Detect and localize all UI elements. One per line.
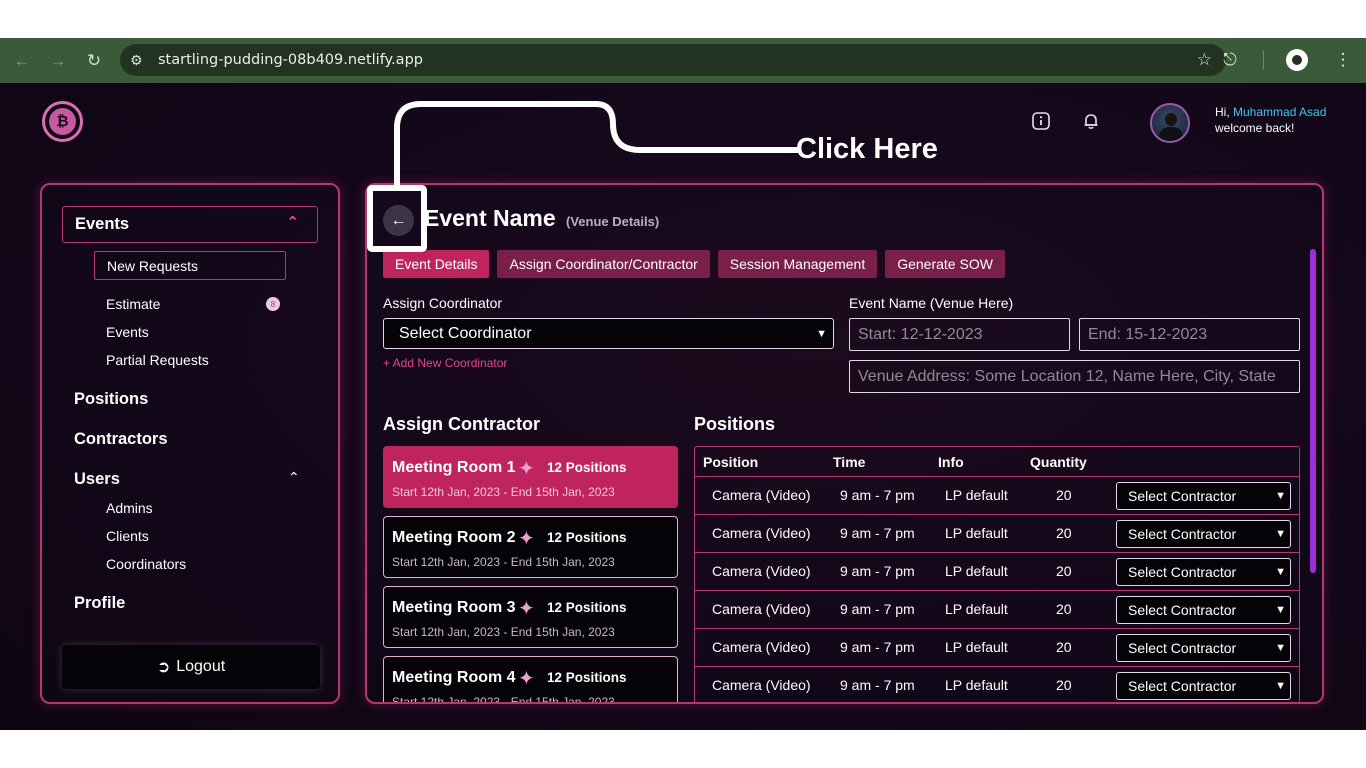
callout-label: Click Here [796,133,938,165]
screen-bottom-margin [0,730,1366,768]
callout-highlight-box [367,185,427,252]
callout-connector-line [394,101,798,187]
